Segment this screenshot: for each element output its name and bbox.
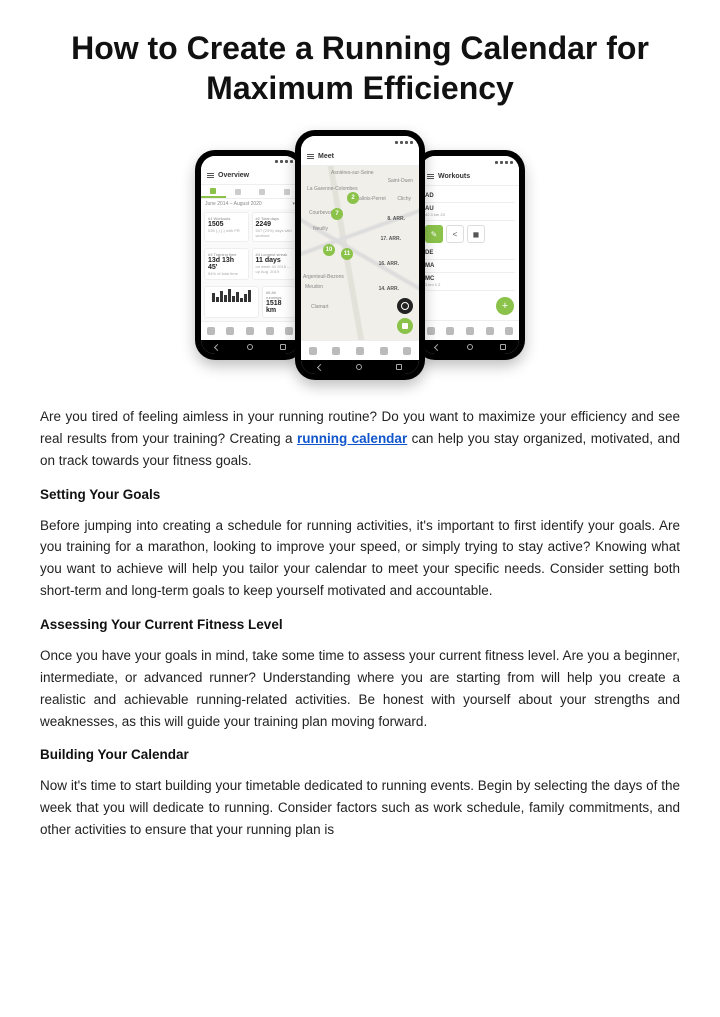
phone-right-title: Workouts — [438, 173, 470, 180]
map-place: Neuilly — [313, 226, 328, 232]
page-title: How to Create a Running Calendar for Max… — [40, 28, 680, 108]
share-icon: < — [446, 225, 464, 243]
locate-fab-icon — [397, 298, 413, 314]
map-place: Clichy — [397, 196, 411, 202]
hero-image: Overview June 2014 – August 2020 ▾ #1 Wo… — [40, 130, 680, 380]
map-arr: 16. ARR. — [379, 261, 399, 267]
map-place: Argenteuil-Bezons — [303, 274, 344, 280]
paragraph-fitness: Once you have your goals in mind, take s… — [40, 645, 680, 732]
workout-item: AD — [425, 193, 515, 199]
heading-goals: Setting Your Goals — [40, 487, 680, 502]
stat-label: #5 All runnings — [266, 290, 292, 300]
bar-chart-icon — [208, 290, 255, 304]
hamburger-icon — [207, 173, 214, 178]
overview-date-range: June 2014 – August 2020 — [205, 201, 262, 207]
map-place: Asnières-sur-Seine — [331, 170, 374, 176]
stat-value: 11 days — [256, 257, 293, 264]
add-fab-icon: + — [496, 297, 514, 315]
stat-value: 13d 13h 45' — [208, 257, 245, 271]
map-pin: 2 — [347, 192, 359, 204]
phone-right-workouts: Workouts AD AU42.3 km 23 ✎ < ◼ DE MA MC3… — [415, 150, 525, 360]
running-calendar-link[interactable]: running calendar — [297, 431, 407, 446]
stat-sub: 54% of total time — [208, 271, 245, 276]
map-pin: 7 — [331, 208, 343, 220]
paragraph-goals: Before jumping into creating a schedule … — [40, 515, 680, 602]
map-view: Asnières-sur-Seine Saint-Ouen La Garenne… — [301, 166, 419, 340]
edit-icon: ✎ — [425, 225, 443, 243]
heading-fitness: Assessing Your Current Fitness Level — [40, 617, 680, 632]
map-arr: 8. ARR. — [387, 216, 405, 222]
hamburger-icon — [427, 174, 434, 179]
stat-sub: 535 (-) (-) with PR — [208, 228, 245, 233]
phone-left-title: Overview — [218, 172, 249, 179]
map-place: Saint-Ouen — [388, 178, 413, 184]
stat-sub: 507 (23%) days with workout — [256, 228, 293, 238]
map-arr: 14. ARR. — [379, 286, 399, 292]
stat-sub: on week 40 2015 – up Aug. 2019 — [256, 264, 293, 274]
phone-left-overview: Overview June 2014 – August 2020 ▾ #1 Wo… — [195, 150, 305, 360]
map-arr: 17. ARR. — [381, 236, 401, 242]
map-place: La Garenne-Colombes — [307, 186, 358, 192]
stat-value: 2249 — [256, 221, 293, 228]
map-place: Meudon — [305, 284, 323, 290]
map-pin: 11 — [341, 248, 353, 260]
article-body: Are you tired of feeling aimless in your… — [40, 406, 680, 841]
bookmark-icon: ◼ — [467, 225, 485, 243]
stat-value: 1518 km — [266, 300, 292, 314]
phone-center-title: Meet — [318, 153, 334, 160]
intro-paragraph: Are you tired of feeling aimless in your… — [40, 406, 680, 472]
map-pin: 10 — [323, 244, 335, 256]
paragraph-calendar: Now it's time to start building your tim… — [40, 775, 680, 841]
stat-value: 1505 — [208, 221, 245, 228]
hamburger-icon — [307, 154, 314, 159]
workout-item: DE — [425, 250, 515, 256]
workout-item: MA — [425, 263, 515, 269]
heading-calendar: Building Your Calendar — [40, 747, 680, 762]
phone-center-map: Meet Asnières-sur-Seine Saint-Ouen La Ga… — [295, 130, 425, 380]
layers-fab-icon — [397, 318, 413, 334]
map-place: Clamart — [311, 304, 329, 310]
